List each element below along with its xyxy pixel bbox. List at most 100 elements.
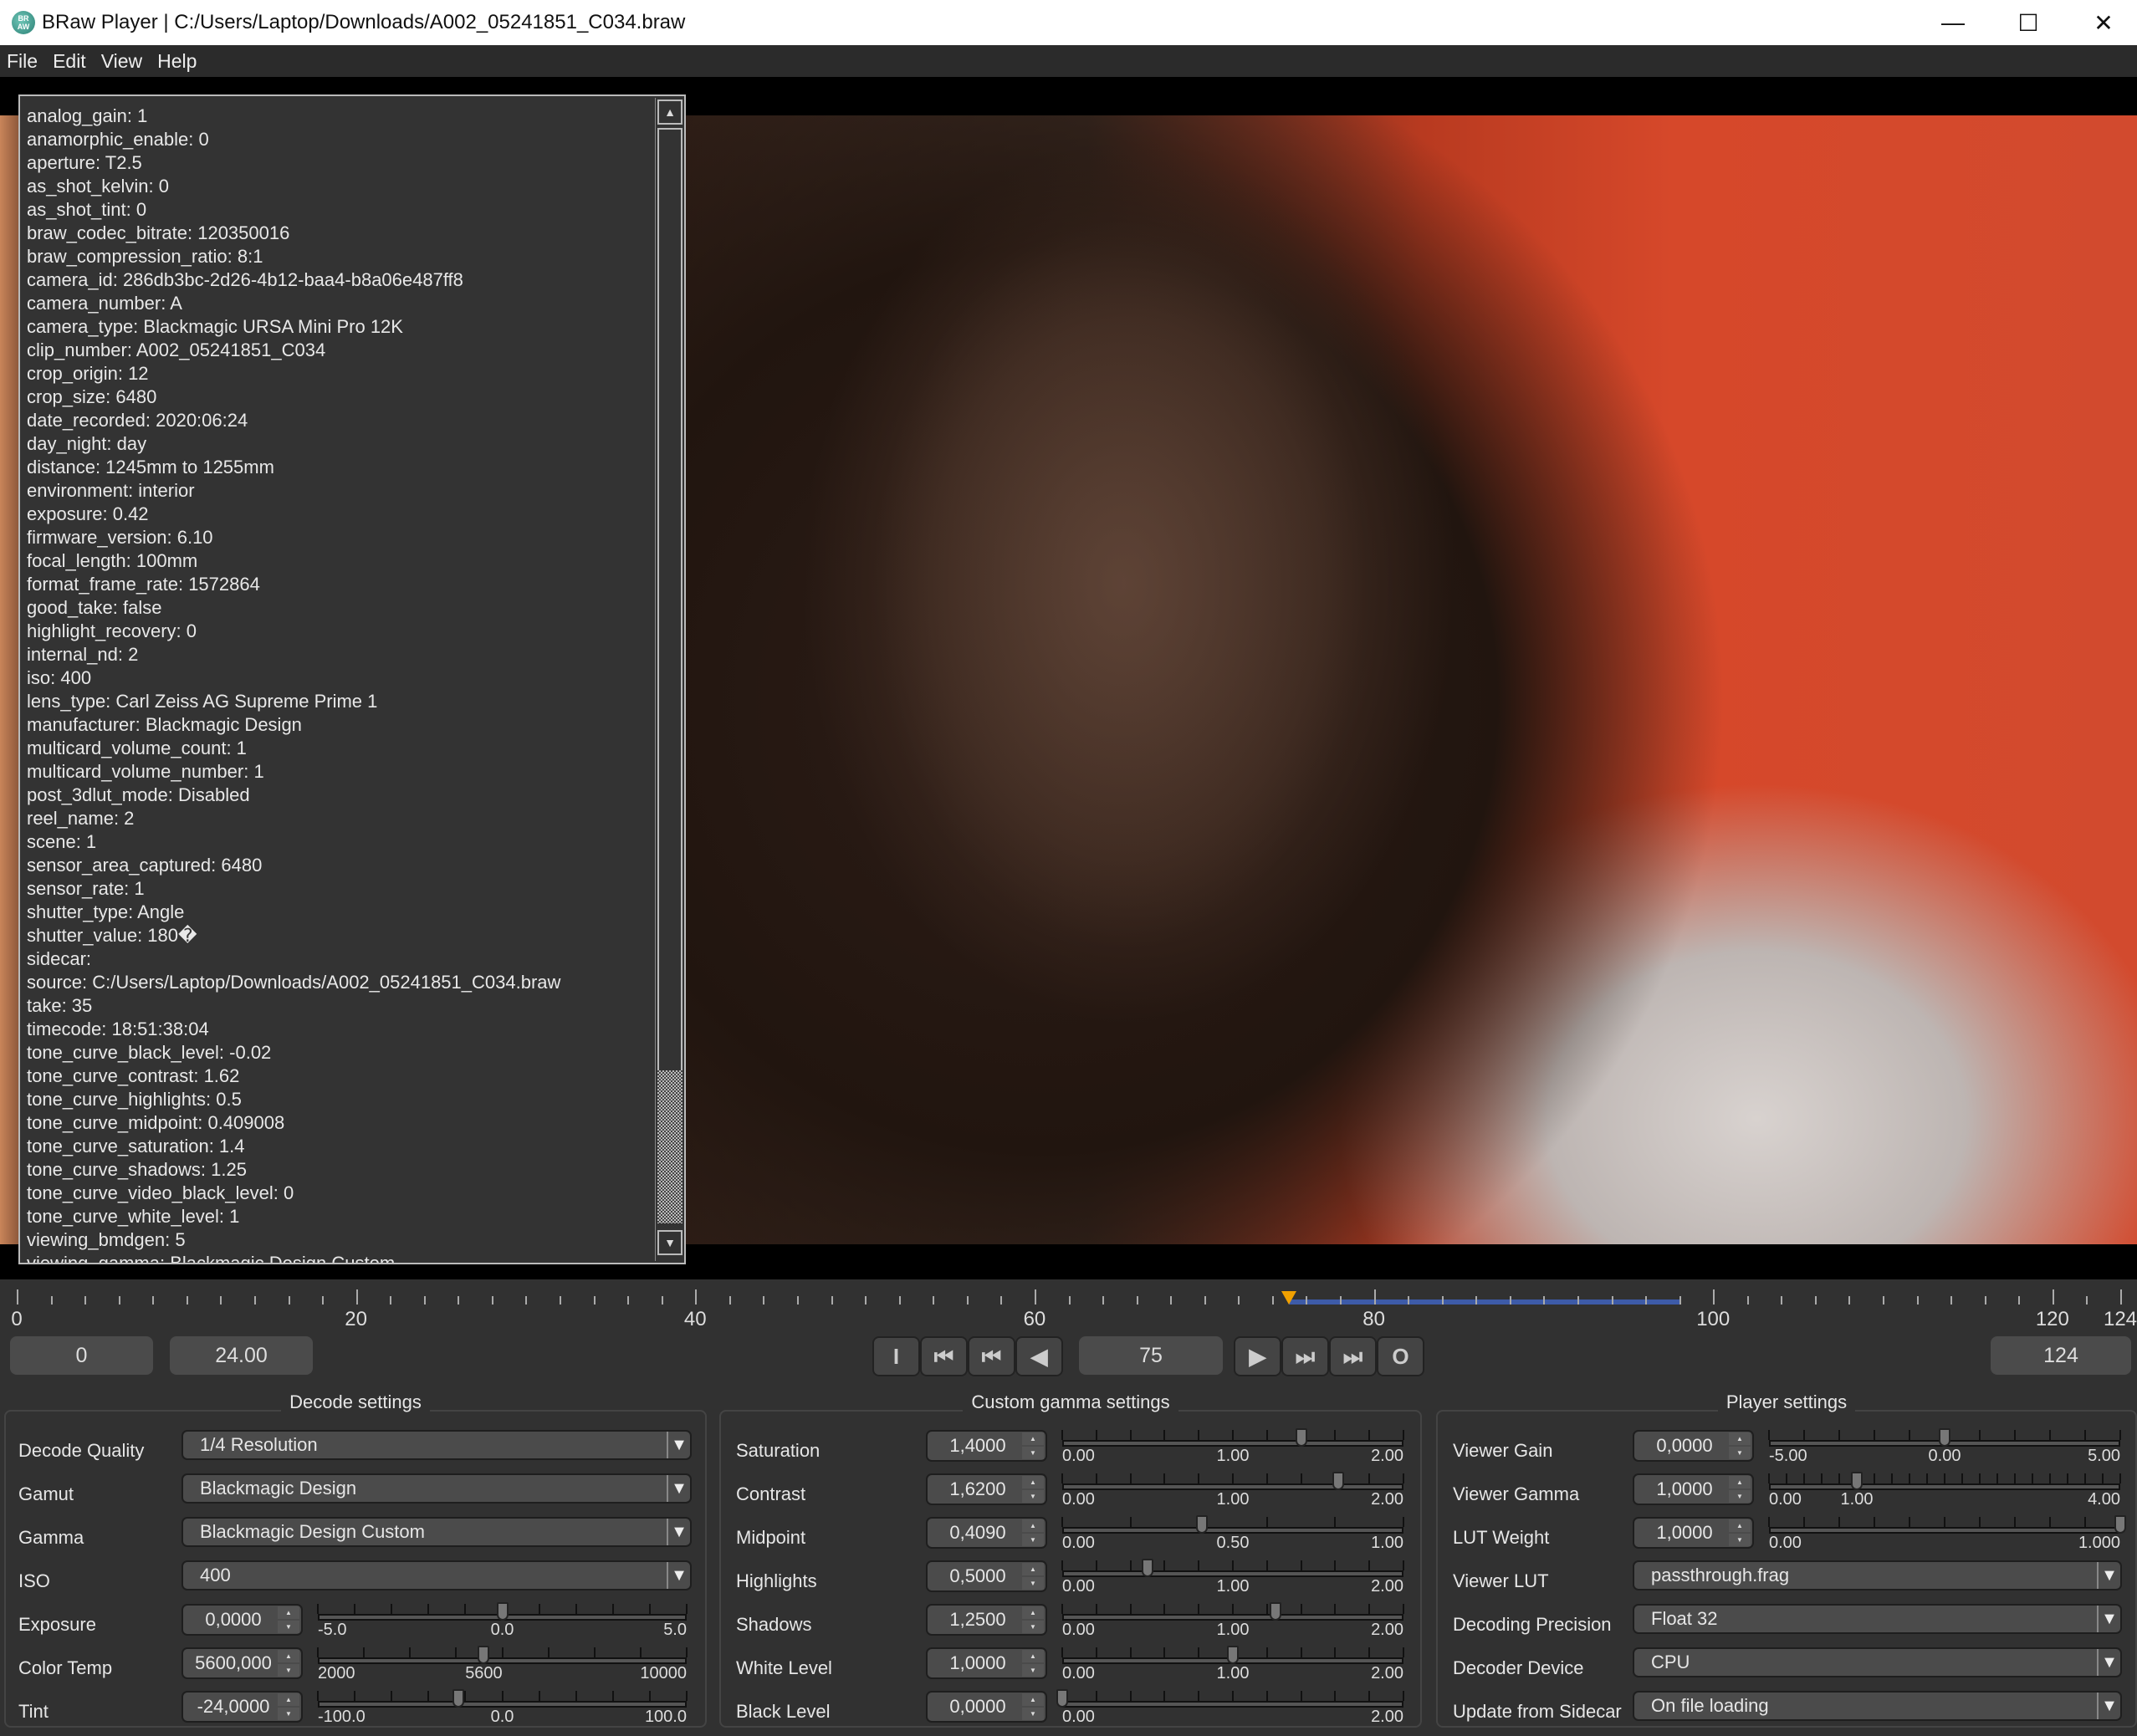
slider-track[interactable] [1062,1440,1403,1447]
slider-track[interactable] [1062,1701,1403,1708]
spin-up-icon[interactable]: ▲ [278,1606,299,1619]
midpoint-slider[interactable]: 0.00 0.50 1.00 [1061,1515,1404,1560]
decode-quality-dropdown[interactable]: 1/4 Resolution ▼ [181,1430,692,1460]
scrollbar-track[interactable] [657,128,683,1223]
chevron-down-icon[interactable]: ▼ [2097,1649,2120,1676]
shadows-spinbox[interactable]: 1,2500 ▲ ▼ [926,1604,1047,1636]
white-level-slider[interactable]: 0.00 1.00 2.00 [1061,1646,1404,1691]
exposure-slider-handle[interactable] [496,1602,509,1621]
spin-down-icon[interactable]: ▼ [1022,1490,1044,1503]
next-frame-button[interactable]: ⏭ [1281,1336,1329,1376]
spin-up-icon[interactable]: ▲ [1022,1519,1044,1532]
highlights-spinbox[interactable]: 0,5000 ▲ ▼ [926,1560,1047,1592]
midpoint-spinbox[interactable]: 0,4090 ▲ ▼ [926,1517,1047,1549]
saturation-slider-handle[interactable] [1295,1428,1307,1447]
spin-up-icon[interactable]: ▲ [278,1693,299,1706]
spin-up-icon[interactable]: ▲ [1022,1650,1044,1662]
black-level-slider[interactable]: 0.00 2.00 [1056,1689,1404,1734]
iso-dropdown[interactable]: 400 ▼ [181,1560,692,1590]
spin-down-icon[interactable]: ▼ [278,1708,299,1720]
white-level-slider-handle[interactable] [1227,1646,1239,1664]
shadows-slider-handle[interactable] [1270,1602,1281,1621]
spin-down-icon[interactable]: ▼ [1022,1708,1044,1720]
chevron-down-icon[interactable]: ▼ [667,1475,690,1502]
decoder-device-dropdown[interactable]: CPU ▼ [1633,1647,2122,1677]
chevron-down-icon[interactable]: ▼ [667,1519,690,1545]
saturation-spinbox[interactable]: 1,4000 ▲ ▼ [926,1430,1047,1462]
spin-down-icon[interactable]: ▼ [1729,1447,1751,1459]
color-temp-slider-handle[interactable] [478,1646,490,1664]
exposure-slider[interactable]: -5.0 0.0 5.0 [317,1602,688,1647]
viewer-gamma-value[interactable]: 1,0000 [1643,1475,1726,1504]
viewer-gain-spinbox[interactable]: 0,0000 ▲ ▼ [1633,1430,1754,1462]
slider-track[interactable] [1062,1483,1403,1490]
viewer-gain-slider-handle[interactable] [1939,1428,1950,1447]
tint-slider[interactable]: -100.0 0.0 100.0 [317,1689,688,1734]
previous-frame-button[interactable]: ⏮ [968,1336,1015,1376]
timeline-scrubber[interactable]: 0 20 40 60 80 100 120 124 [0,1279,2137,1334]
spin-down-icon[interactable]: ▼ [278,1664,299,1677]
spin-up-icon[interactable]: ▲ [1729,1476,1751,1488]
gamma-dropdown[interactable]: Blackmagic Design Custom ▼ [181,1517,692,1547]
spin-up-icon[interactable]: ▲ [1729,1519,1751,1532]
spin-down-icon[interactable]: ▼ [1729,1490,1751,1503]
menu-view[interactable]: View [101,50,142,73]
highlights-slider[interactable]: 0.00 1.00 2.00 [1061,1559,1404,1604]
highlights-value[interactable]: 0,5000 [936,1562,1020,1590]
tint-spinbox[interactable]: -24,0000 ▲ ▼ [181,1691,303,1723]
chevron-down-icon[interactable]: ▼ [2097,1562,2120,1589]
slider-track[interactable] [1062,1570,1403,1577]
spin-up-icon[interactable]: ▲ [1729,1432,1751,1445]
menu-edit[interactable]: Edit [53,50,86,73]
start-frame-field[interactable]: 0 [10,1336,153,1375]
lut-weight-spinbox[interactable]: 1,0000 ▲ ▼ [1633,1517,1754,1549]
saturation-slider[interactable]: 0.00 1.00 2.00 [1061,1428,1404,1473]
color-temp-spinbox[interactable]: 5600,000 ▲ ▼ [181,1647,303,1679]
spin-up-icon[interactable]: ▲ [1022,1693,1044,1706]
scroll-down-button[interactable]: ▼ [657,1230,683,1255]
color-temp-slider[interactable]: 2000 5600 10000 [317,1646,688,1691]
close-button[interactable]: ✕ [2066,0,2137,45]
lut-weight-value[interactable]: 1,0000 [1643,1519,1726,1547]
scrollbar-thumb[interactable] [657,1070,683,1223]
black-level-spinbox[interactable]: 0,0000 ▲ ▼ [926,1691,1047,1723]
saturation-value[interactable]: 1,4000 [936,1432,1020,1460]
color-temp-value[interactable]: 5600,000 [192,1649,275,1677]
decoding-precision-dropdown[interactable]: Float 32 ▼ [1633,1604,2122,1634]
play-button[interactable]: ▶ [1234,1336,1281,1376]
shadows-value[interactable]: 1,2500 [936,1606,1020,1634]
spin-down-icon[interactable]: ▼ [1022,1664,1044,1677]
shadows-slider[interactable]: 0.00 1.00 2.00 [1061,1602,1404,1647]
metadata-panel[interactable]: analog_gain: 1 anamorphic_enable: 0 apertu… [18,94,686,1264]
midpoint-value[interactable]: 0,4090 [936,1519,1020,1547]
contrast-slider-handle[interactable] [1332,1472,1345,1490]
slider-track[interactable] [1769,1527,2120,1534]
spin-up-icon[interactable]: ▲ [278,1650,299,1662]
contrast-value[interactable]: 1,6200 [936,1475,1020,1504]
highlights-slider-handle[interactable] [1142,1559,1153,1577]
viewer-gain-value[interactable]: 0,0000 [1643,1432,1726,1460]
spin-down-icon[interactable]: ▼ [1022,1621,1044,1633]
menu-help[interactable]: Help [157,50,197,73]
menu-file[interactable]: File [7,50,38,73]
slider-track[interactable] [1769,1483,2120,1490]
viewer-lut-dropdown[interactable]: passthrough.frag ▼ [1633,1560,2122,1590]
viewer-gamma-slider-handle[interactable] [1851,1472,1863,1490]
spin-up-icon[interactable]: ▲ [1022,1476,1044,1488]
exposure-value[interactable]: 0,0000 [192,1606,275,1634]
black-level-slider-handle[interactable] [1056,1689,1068,1708]
viewer-gamma-spinbox[interactable]: 1,0000 ▲ ▼ [1633,1473,1754,1505]
in-point-button[interactable]: I [872,1336,920,1376]
spin-down-icon[interactable]: ▼ [278,1621,299,1633]
spin-down-icon[interactable]: ▼ [1022,1577,1044,1590]
spin-up-icon[interactable]: ▲ [1022,1563,1044,1575]
chevron-down-icon[interactable]: ▼ [2097,1693,2120,1719]
gamut-dropdown[interactable]: Blackmagic Design ▼ [181,1473,692,1504]
minimize-button[interactable]: — [1915,0,1991,45]
slider-track[interactable] [318,1701,687,1708]
white-level-spinbox[interactable]: 1,0000 ▲ ▼ [926,1647,1047,1679]
metadata-scrollbar[interactable]: ▲ ▼ [655,98,683,1261]
current-frame-field[interactable]: 75 [1079,1336,1223,1375]
maximize-button[interactable]: ☐ [1991,0,2066,45]
tint-slider-handle[interactable] [452,1689,464,1708]
